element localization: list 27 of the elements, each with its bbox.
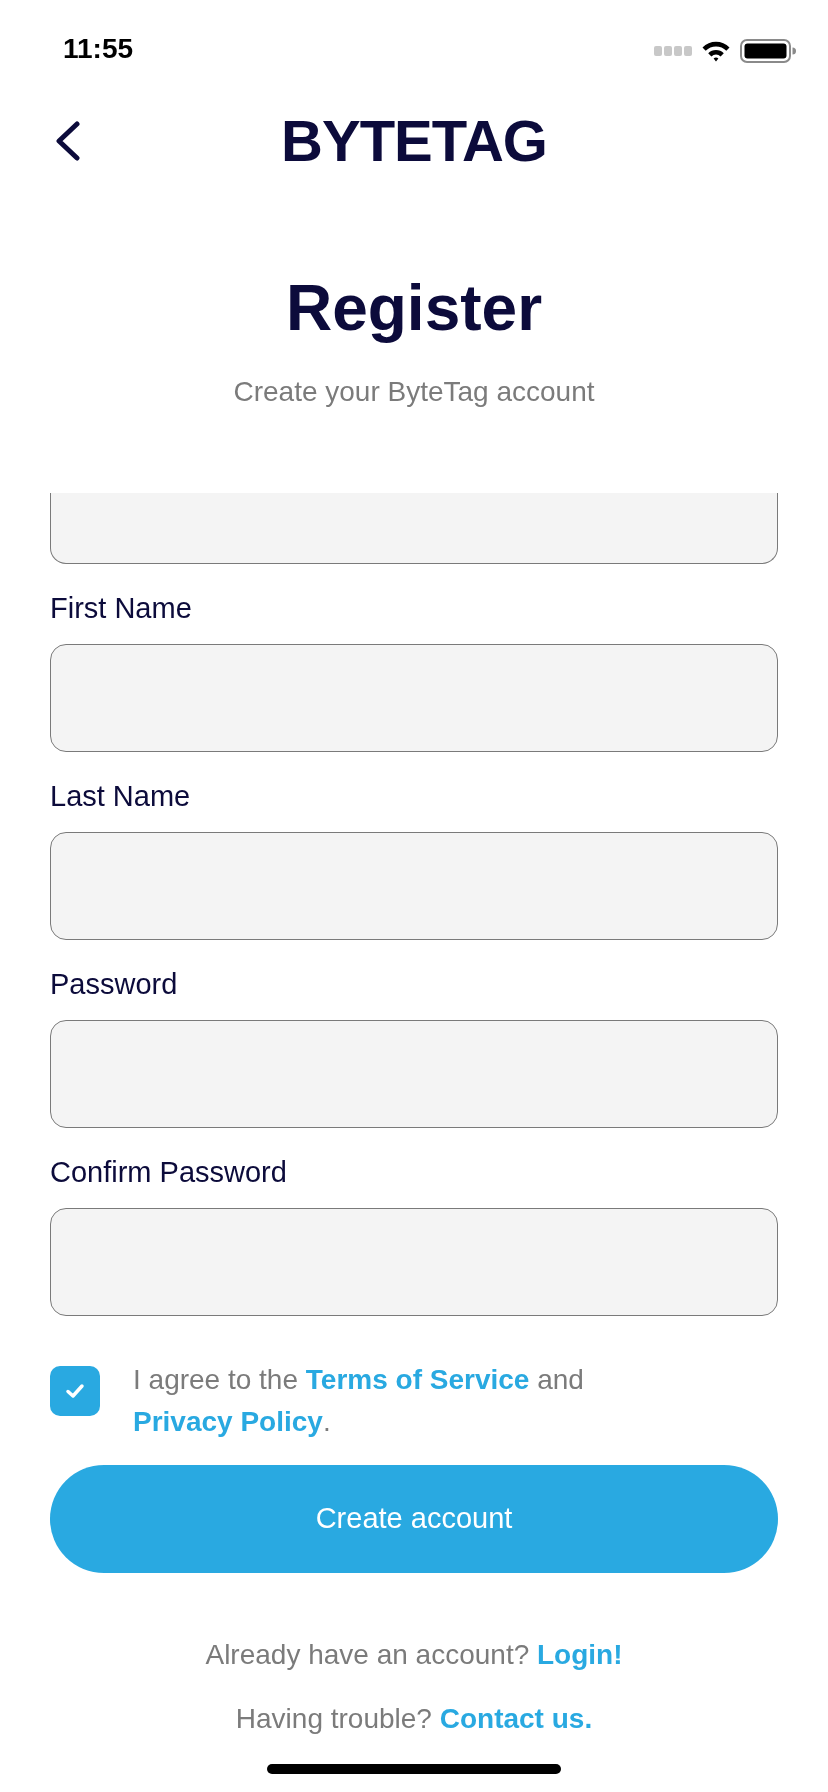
input-field[interactable] — [50, 644, 778, 752]
battery-icon — [740, 39, 796, 63]
policy-link[interactable]: Terms of Service — [305, 1364, 530, 1395]
input-field[interactable] — [50, 1208, 778, 1316]
chevron-left-icon — [55, 121, 81, 161]
signal-dots-icon — [654, 46, 692, 56]
page-subtitle: Create your ByteTag account — [232, 375, 596, 409]
field-label: Password — [50, 967, 179, 1002]
wifi-icon — [701, 40, 731, 62]
footer-link[interactable]: Login! — [537, 1639, 623, 1670]
footer-link[interactable]: Contact us. — [439, 1703, 593, 1734]
page-title: Register — [284, 271, 544, 346]
input-field[interactable] — [50, 493, 778, 564]
footer-text: Already have an account? Login! — [205, 1638, 623, 1672]
agree-checkbox[interactable] — [50, 1366, 100, 1416]
field-label: Confirm Password — [50, 1155, 288, 1190]
input-field[interactable] — [50, 832, 778, 940]
create-account-button[interactable]: Create account — [50, 1465, 778, 1573]
footer-text: Having trouble? Contact us. — [235, 1702, 593, 1736]
status-time: 11:55 — [63, 32, 134, 66]
agreement-text: I agree to the Terms of Service and Privacy Policy. — [133, 1363, 585, 1439]
checkmark-icon — [65, 1383, 85, 1399]
field-label: Last Name — [50, 779, 192, 814]
policy-link[interactable]: Privacy Policy — [133, 1406, 323, 1437]
logo: BYTETAG — [281, 111, 547, 171]
field-label: First Name — [50, 591, 193, 626]
input-field[interactable] — [50, 1020, 778, 1128]
